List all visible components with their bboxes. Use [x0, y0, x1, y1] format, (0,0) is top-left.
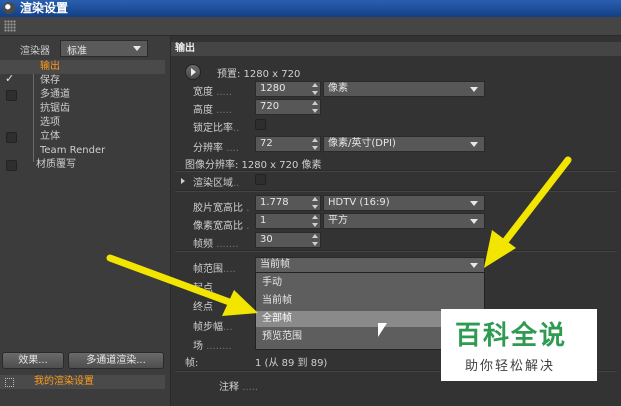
watermark-logo: 百科全说 助你轻松解决	[441, 309, 597, 381]
watermark-subtitle: 助你轻松解决	[465, 359, 556, 374]
arrow-to-frame-range	[484, 156, 572, 268]
watermark-title: 百科全说	[455, 321, 568, 351]
arrow-to-all-frames	[106, 254, 258, 316]
